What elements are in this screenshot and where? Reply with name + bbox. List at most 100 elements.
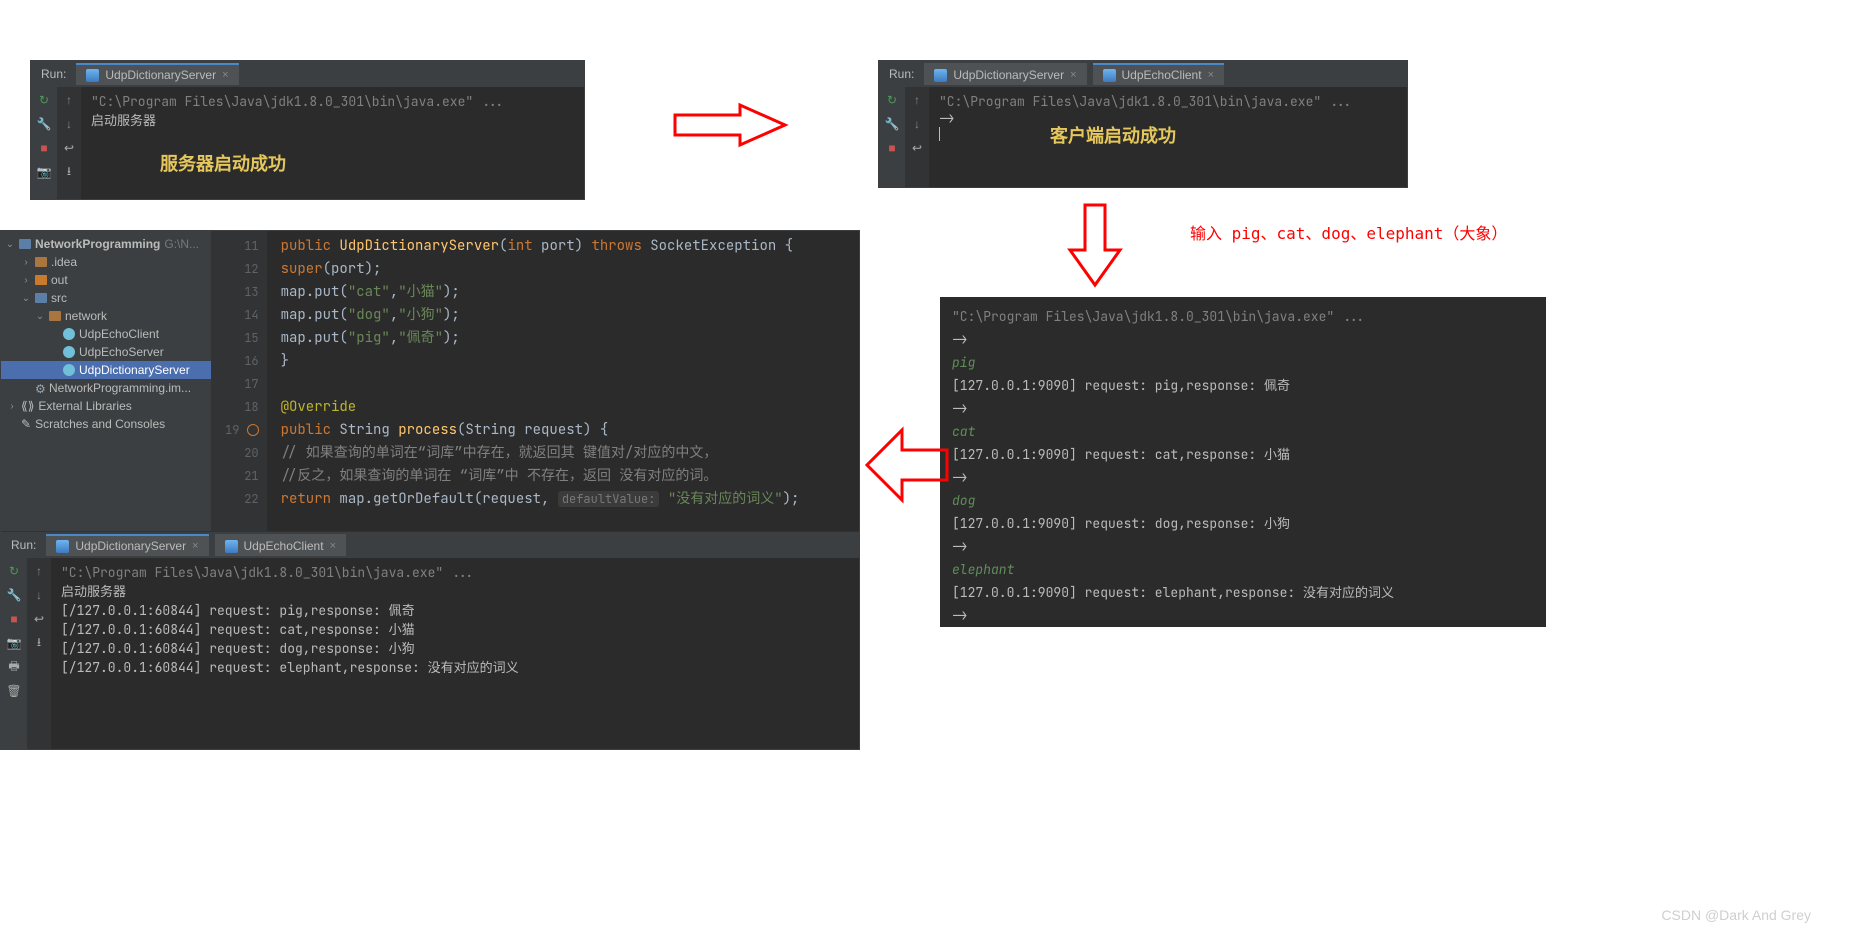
tree-item-label: UdpEchoClient (79, 327, 159, 341)
code-line[interactable]: //反之，如果查询的单词在 “词库”中 不存在，返回 没有对应的词。 (281, 465, 859, 488)
console-line: -> (952, 535, 1534, 558)
console-line: elephant (952, 558, 1534, 581)
wrench-icon[interactable]: 🔧 (37, 117, 51, 131)
stop-icon[interactable]: ■ (37, 141, 51, 155)
soft-wrap-icon[interactable]: ↩ (32, 612, 46, 626)
tab-label: UdpEchoClient (1122, 68, 1202, 82)
override-icon[interactable] (247, 424, 259, 436)
project-tree[interactable]: ⌄ NetworkProgramming G:\N... ›.idea›out⌄… (1, 231, 211, 531)
tab-udp-dictionary-server[interactable]: UdpDictionaryServer × (924, 63, 1086, 85)
tree-item-udpechoserver[interactable]: UdpEchoServer (1, 343, 211, 361)
console-line: [127.0.0.1:9090] request: elephant,respo… (952, 581, 1534, 604)
console-caret (939, 127, 940, 141)
tab-udp-echo-client[interactable]: UdpEchoClient × (215, 534, 346, 556)
run-label: Run: (7, 538, 40, 552)
up-icon[interactable]: ↑ (62, 93, 76, 107)
console[interactable]: "C:\Program Files\Java\jdk1.8.0_301\bin\… (81, 87, 584, 199)
rerun-icon[interactable]: ↻ (885, 93, 899, 107)
folder-icon (49, 311, 61, 321)
console-line: -> (952, 604, 1534, 627)
client-output-console[interactable]: "C:\Program Files\Java\jdk1.8.0_301\bin\… (940, 297, 1546, 627)
camera-icon[interactable]: 📷 (7, 636, 21, 650)
soft-wrap-icon[interactable]: ↩ (910, 141, 924, 155)
scroll-end-icon[interactable]: ⭳ (62, 165, 76, 179)
wrench-icon[interactable]: 🔧 (885, 117, 899, 131)
console-line: [/127.0.0.1:60844] request: elephant,res… (61, 657, 849, 676)
up-icon[interactable]: ↑ (32, 564, 46, 578)
tree-item-label: out (51, 273, 68, 287)
rerun-icon[interactable]: ↻ (37, 93, 51, 107)
stop-icon[interactable]: ■ (885, 141, 899, 155)
trash-icon[interactable]: 🗑 (7, 684, 21, 698)
console-line: -> (952, 397, 1534, 420)
class-icon (63, 364, 75, 376)
tree-item--idea[interactable]: ›.idea (1, 253, 211, 271)
tree-item-scratches-and-consoles[interactable]: ✎Scratches and Consoles (1, 415, 211, 433)
console-line: [127.0.0.1:9090] request: dog,response: … (952, 512, 1534, 535)
tree-item-out[interactable]: ›out (1, 271, 211, 289)
code-line[interactable] (281, 373, 859, 396)
code-line[interactable]: // 如果查询的单词在“词库”中存在，就返回其 键值对/对应的中文， (281, 442, 859, 465)
rerun-icon[interactable]: ↻ (7, 564, 21, 578)
close-icon[interactable]: × (1070, 69, 1076, 81)
console-line: 启动服务器 (91, 110, 574, 129)
tree-item-udpdictionaryserver[interactable]: UdpDictionaryServer (1, 361, 211, 379)
code-line[interactable]: map.put("pig","佩奇"); (281, 327, 859, 350)
scroll-end-icon[interactable]: ⭳ (32, 636, 46, 650)
console-line: [127.0.0.1:9090] request: pig,response: … (952, 374, 1534, 397)
code-line[interactable]: @Override (281, 396, 859, 419)
tree-item-external-libraries[interactable]: ›External Libraries (1, 397, 211, 415)
close-icon[interactable]: × (222, 69, 228, 81)
code-area[interactable]: public UdpDictionaryServer(int port) thr… (267, 231, 859, 531)
console-cmd: "C:\Program Files\Java\jdk1.8.0_301\bin\… (952, 305, 1534, 328)
tree-item-label: External Libraries (38, 399, 131, 413)
tab-label: UdpDictionaryServer (953, 68, 1064, 82)
code-line[interactable]: return map.getOrDefault(request, default… (281, 488, 859, 511)
tree-item-network[interactable]: ⌄network (1, 307, 211, 325)
run-label: Run: (37, 67, 70, 81)
tree-item-src[interactable]: ⌄src (1, 289, 211, 307)
wrench-icon[interactable]: 🔧 (7, 588, 21, 602)
tree-root[interactable]: ⌄ NetworkProgramming G:\N... (1, 235, 211, 253)
console-line: cat (952, 420, 1534, 443)
tree-item-udpechoclient[interactable]: UdpEchoClient (1, 325, 211, 343)
code-line[interactable]: public String process(String request) { (281, 419, 859, 442)
java-icon (225, 540, 238, 553)
scratch-icon: ✎ (21, 417, 31, 431)
up-icon[interactable]: ↑ (910, 93, 924, 107)
down-icon[interactable]: ↓ (910, 117, 924, 131)
library-icon (21, 399, 34, 413)
close-icon[interactable]: × (330, 540, 336, 552)
tab-udp-dictionary-server[interactable]: UdpDictionaryServer × (76, 63, 238, 85)
close-icon[interactable]: × (1208, 69, 1214, 81)
down-icon[interactable]: ↓ (32, 588, 46, 602)
tree-item-networkprogramming-im-[interactable]: ⚙NetworkProgramming.im... (1, 379, 211, 397)
code-line[interactable]: public UdpDictionaryServer(int port) thr… (281, 235, 859, 258)
java-icon (1103, 69, 1116, 82)
tree-item-label: UdpDictionaryServer (79, 363, 190, 377)
tab-udp-dictionary-server[interactable]: UdpDictionaryServer × (46, 534, 208, 556)
code-line[interactable]: super(port); (281, 258, 859, 281)
tree-root-path: G:\N... (164, 237, 199, 251)
tab-label: UdpDictionaryServer (75, 539, 186, 553)
class-icon (63, 328, 75, 340)
tab-label: UdpEchoClient (244, 539, 324, 553)
code-line[interactable]: map.put("cat","小猫"); (281, 281, 859, 304)
camera-icon[interactable]: 📷 (37, 165, 51, 179)
stop-icon[interactable]: ■ (7, 612, 21, 626)
arrow-right-icon (670, 100, 790, 150)
tab-udp-echo-client[interactable]: UdpEchoClient × (1093, 63, 1224, 85)
class-icon (63, 346, 75, 358)
console[interactable]: "C:\Program Files\Java\jdk1.8.0_301\bin\… (51, 558, 859, 749)
close-icon[interactable]: × (192, 540, 198, 552)
code-line[interactable]: map.put("dog","小狗"); (281, 304, 859, 327)
soft-wrap-icon[interactable]: ↩ (62, 141, 76, 155)
print-icon[interactable]: 🖶 (7, 660, 21, 674)
console-line: -> (952, 328, 1534, 351)
down-icon[interactable]: ↓ (62, 117, 76, 131)
tree-item-label: UdpEchoServer (79, 345, 164, 359)
folder-icon (35, 257, 47, 267)
code-line[interactable]: } (281, 350, 859, 373)
run-gutter-left: ↻ 🔧 ■ 📷 (31, 87, 57, 199)
code-editor[interactable]: 111213141516171819 202122 public UdpDict… (211, 231, 859, 531)
